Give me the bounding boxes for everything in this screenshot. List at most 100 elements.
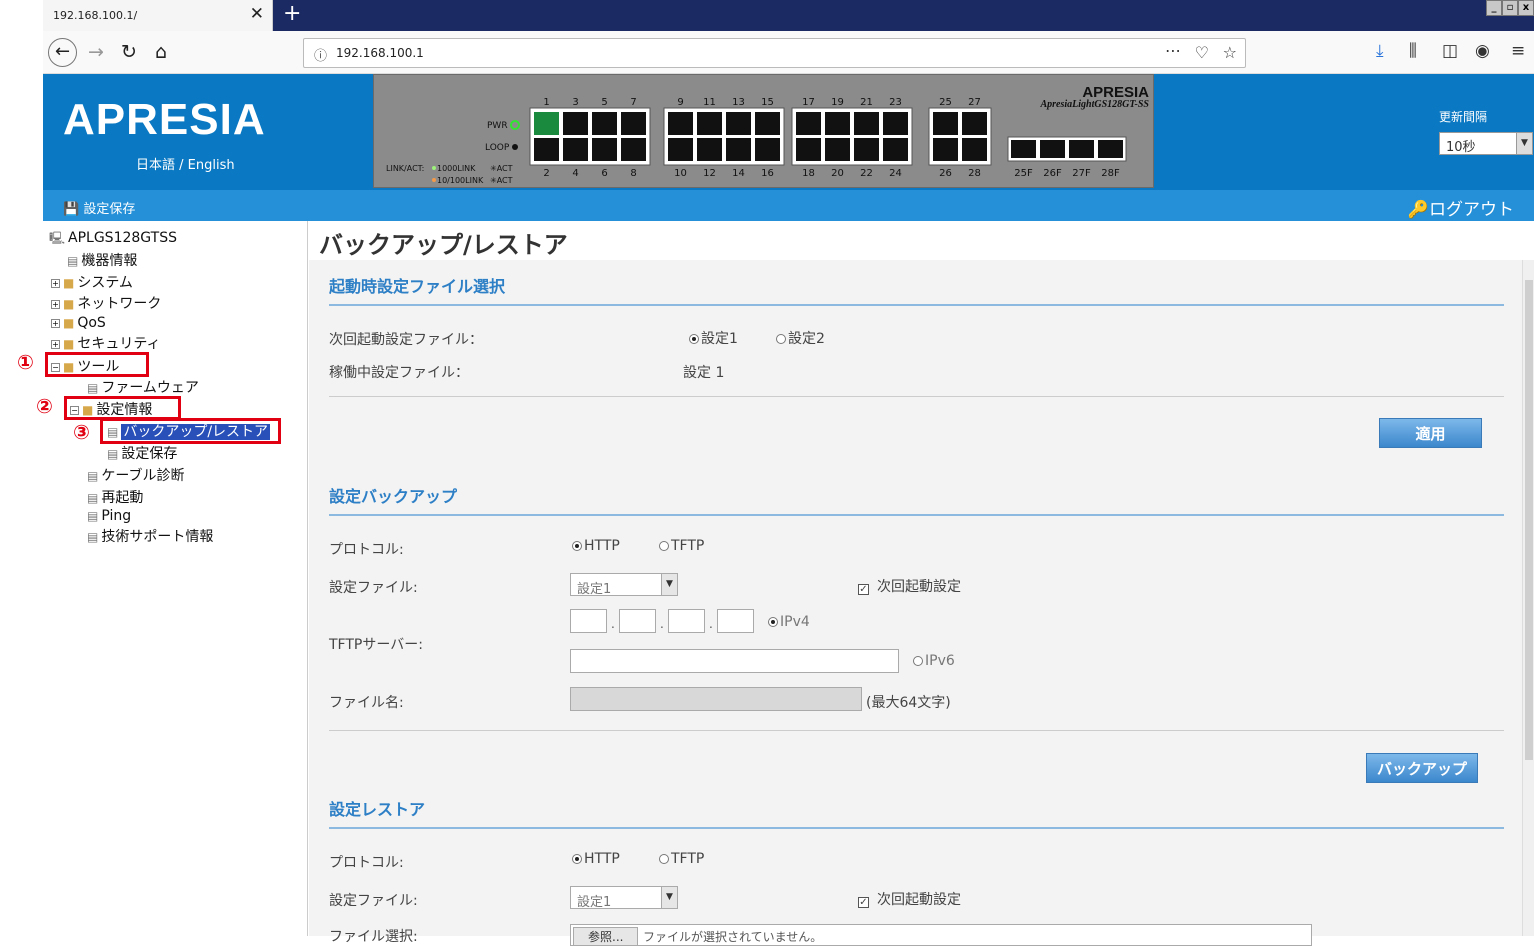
tftp-ipv4-octet-1[interactable] xyxy=(570,609,607,633)
language-switch[interactable]: 日本語 / English xyxy=(136,154,235,173)
tree-item-tech-support[interactable]: ▤ 技術サポート情報 xyxy=(87,526,213,546)
content-area: 起動時設定ファイル選択 次回起動設定ファイル： 設定1 設定2 稼働中設定ファイ… xyxy=(309,260,1522,946)
bookmark-star-icon[interactable]: ☆ xyxy=(1223,43,1237,62)
filename-input[interactable] xyxy=(570,687,862,711)
tree-item-system[interactable]: + ■ システム xyxy=(51,272,133,292)
checkbox-checked-icon: ✓ xyxy=(858,584,869,595)
port-top xyxy=(962,112,987,135)
tree-item-device-info[interactable]: ▤ 機器情報 xyxy=(67,250,137,270)
file-select-field[interactable]: 参照... ファイルが選択されていません。 xyxy=(570,924,1312,946)
next-boot-option-1[interactable]: 設定1 xyxy=(689,328,738,348)
radio-icon xyxy=(659,854,669,864)
expand-icon[interactable]: + xyxy=(51,300,60,309)
option-label: TFTP xyxy=(671,538,705,554)
backup-button[interactable]: バックアップ xyxy=(1366,753,1478,783)
port-top xyxy=(534,112,559,135)
pocket-icon[interactable]: ♡ xyxy=(1195,43,1209,62)
tree-root[interactable]: 🖳 APLGS128GTSS xyxy=(49,229,177,250)
download-icon[interactable]: ⤓ xyxy=(1376,41,1384,61)
expand-icon[interactable]: + xyxy=(51,279,60,288)
browse-button[interactable]: 参照... xyxy=(573,927,639,945)
port-bottom xyxy=(726,138,751,161)
library-icon[interactable]: ⫼ xyxy=(1409,41,1417,61)
site-info-icon[interactable]: ⓘ xyxy=(314,45,327,64)
back-arrow-icon[interactable]: ← xyxy=(48,38,77,67)
page-icon: ▤ xyxy=(87,491,99,505)
port-number-bottom: 4 xyxy=(572,168,578,179)
sfp-port xyxy=(1069,140,1094,158)
tftp-ipv6-input[interactable] xyxy=(570,649,899,673)
port-bottom xyxy=(668,138,693,161)
expand-icon[interactable]: + xyxy=(51,340,60,349)
window-controls: _ ▫ x xyxy=(1486,0,1534,16)
tftp-ipv4-radio[interactable]: IPv4 xyxy=(768,614,810,630)
vertical-scrollbar[interactable] xyxy=(1522,260,1534,936)
backup-file-select[interactable]: 設定1 ▼ xyxy=(570,573,678,597)
folder-icon: ■ xyxy=(63,297,75,311)
page-actions-icon[interactable]: ⋯ xyxy=(1165,41,1181,60)
restore-button[interactable]: ▫ xyxy=(1502,0,1518,16)
sidebar-icon[interactable]: ◫ xyxy=(1442,41,1458,61)
divider xyxy=(329,730,1504,731)
tree-root-label: APLGS128GTSS xyxy=(68,230,177,246)
sfp-port-label: 26F xyxy=(1043,168,1062,179)
link1000-label: 1000LINK xyxy=(437,164,476,173)
radio-selected-icon xyxy=(768,617,778,627)
checkbox-checked-icon: ✓ xyxy=(858,897,869,908)
tree-item-config-save[interactable]: ▤ 設定保存 xyxy=(107,443,177,463)
tftp-ipv4-octet-2[interactable] xyxy=(619,609,656,633)
tftp-ipv4-octet-3[interactable] xyxy=(668,609,705,633)
ip-separator: . xyxy=(660,617,664,631)
port-number-bottom: 26 xyxy=(939,168,952,179)
tree-item-security[interactable]: + ■ セキュリティ xyxy=(51,333,161,353)
account-icon[interactable]: ◉ xyxy=(1475,41,1490,61)
tree-item-reboot[interactable]: ▤ 再起動 xyxy=(87,487,143,507)
restore-next-boot-checkbox[interactable]: ✓ 次回起動設定 xyxy=(858,889,961,909)
port-bottom xyxy=(592,138,617,161)
tree-item-label: Ping xyxy=(101,508,132,524)
browser-toolbar: ← → ↻ ⌂ ⓘ 192.168.100.1 ⋯ ♡ ☆ ⤓ ⫼ ◫ ◉ ≡ xyxy=(43,31,1534,74)
new-tab-button[interactable]: + xyxy=(283,1,301,26)
tree-item-network[interactable]: + ■ ネットワーク xyxy=(51,293,161,313)
logout-link[interactable]: 🔑ログアウト xyxy=(1408,195,1514,220)
forward-arrow-icon[interactable]: → xyxy=(88,39,104,65)
close-window-button[interactable]: x xyxy=(1518,0,1534,16)
restore-file-label: 設定ファイル: xyxy=(329,893,418,909)
menu-icon[interactable]: ≡ xyxy=(1511,41,1525,61)
apply-button[interactable]: 適用 xyxy=(1379,418,1482,448)
home-icon[interactable]: ⌂ xyxy=(155,39,167,65)
tree-item-firmware[interactable]: ▤ ファームウェア xyxy=(87,377,199,397)
refresh-interval-select[interactable]: 10秒 ▼ xyxy=(1439,132,1533,155)
filename-label: ファイル名: xyxy=(329,695,404,711)
running-file-label: 稼働中設定ファイル： xyxy=(329,365,469,381)
port-number-bottom: 22 xyxy=(860,168,873,179)
next-boot-option-2[interactable]: 設定2 xyxy=(776,328,825,348)
restore-protocol-tftp[interactable]: TFTP xyxy=(659,851,704,867)
page-icon: ▤ xyxy=(87,381,99,395)
tftp-ipv6-radio[interactable]: IPv6 xyxy=(913,653,955,669)
tree-item-qos[interactable]: + ■ QoS xyxy=(51,315,106,331)
save-config-link[interactable]: 💾 設定保存 xyxy=(63,198,135,217)
loop-led xyxy=(512,144,518,150)
minimize-button[interactable]: _ xyxy=(1486,0,1502,16)
restore-protocol-http[interactable]: HTTP xyxy=(572,851,620,867)
reload-icon[interactable]: ↻ xyxy=(121,39,137,65)
port-number-top: 5 xyxy=(601,97,607,108)
scrollbar-thumb[interactable] xyxy=(1525,280,1533,760)
chevron-down-icon: ▼ xyxy=(661,574,677,595)
url-bar[interactable]: ⓘ 192.168.100.1 ⋯ ♡ ☆ xyxy=(303,38,1246,68)
tree-item-cable-diag[interactable]: ▤ ケーブル診断 xyxy=(87,465,185,485)
backup-protocol-tftp[interactable]: TFTP xyxy=(659,538,704,554)
backup-protocol-http[interactable]: HTTP xyxy=(572,538,620,554)
backup-next-boot-checkbox[interactable]: ✓ 次回起動設定 xyxy=(858,576,961,596)
port-top xyxy=(933,112,958,135)
browser-tab[interactable]: 192.168.100.1/ ✕ xyxy=(43,0,273,31)
annotation-number-1: ① xyxy=(17,350,34,374)
restore-file-select[interactable]: 設定1 ▼ xyxy=(570,886,678,910)
checkbox-label: 次回起動設定 xyxy=(877,892,961,908)
tree-item-label: セキュリティ xyxy=(77,336,161,352)
expand-icon[interactable]: + xyxy=(51,319,60,328)
tftp-ipv4-octet-4[interactable] xyxy=(717,609,754,633)
tree-item-ping[interactable]: ▤ Ping xyxy=(87,508,131,524)
tab-close-icon[interactable]: ✕ xyxy=(250,4,264,24)
